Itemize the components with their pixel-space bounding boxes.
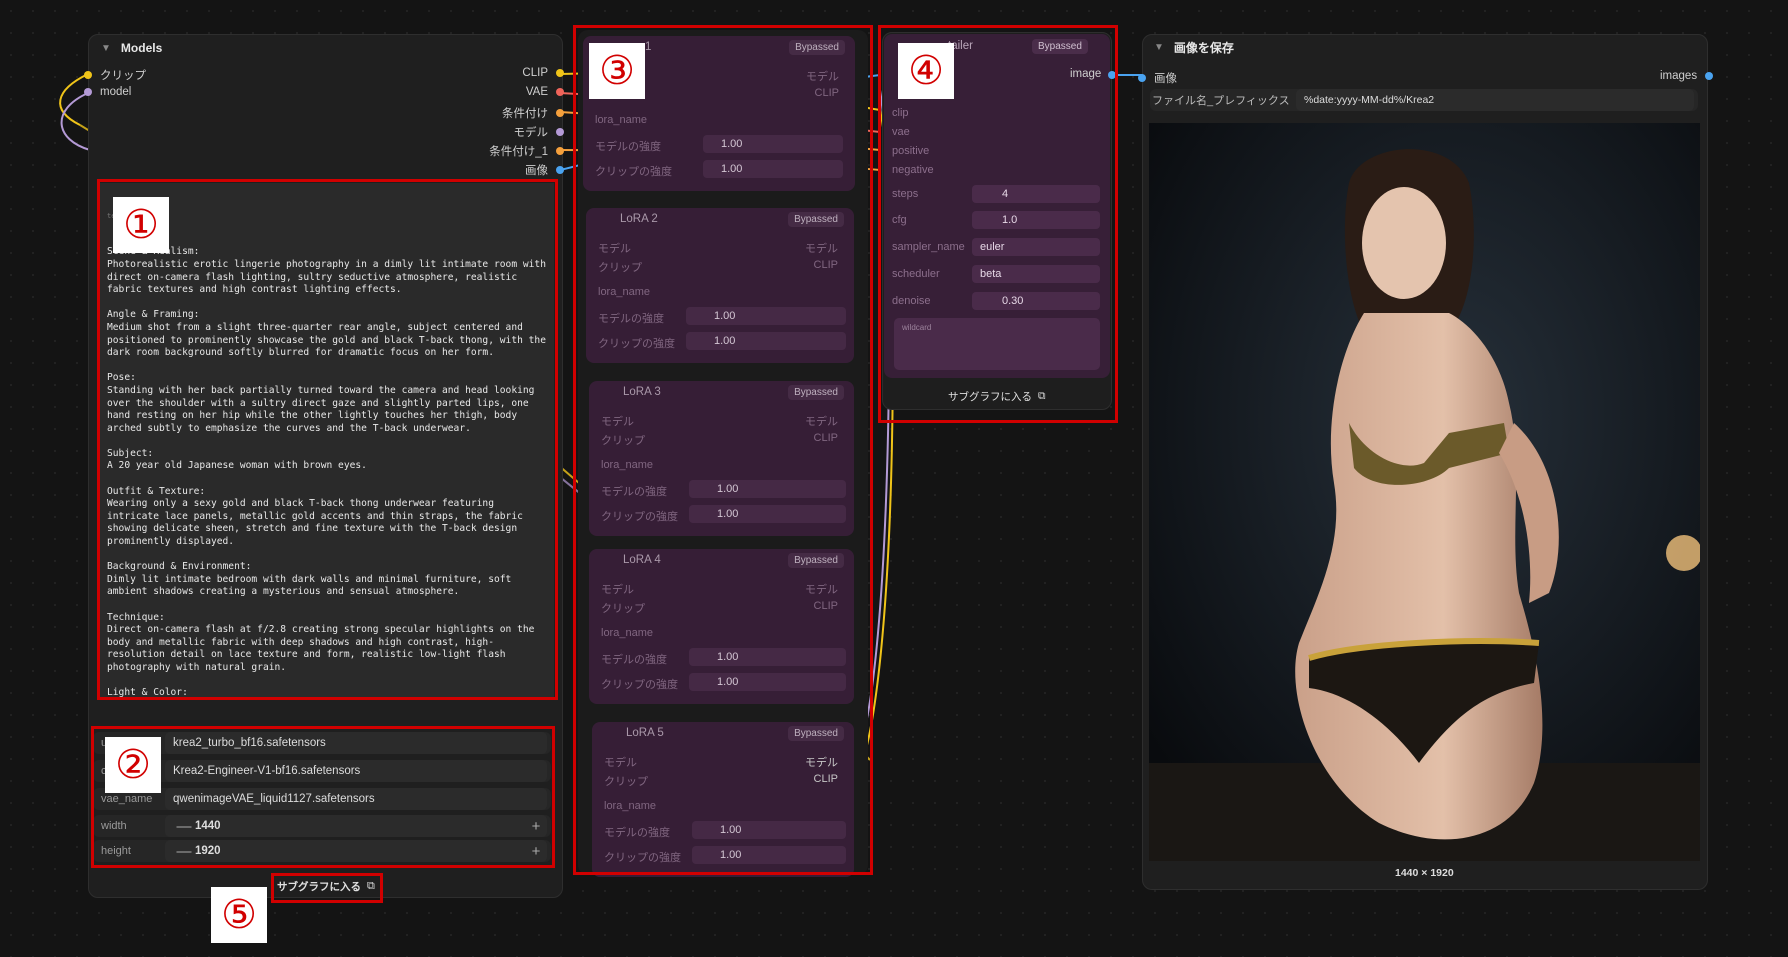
output-label-conditioning: 条件付け <box>502 108 548 120</box>
images-output-dot[interactable] <box>1705 72 1714 80</box>
chevron-down-icon[interactable]: ▼ <box>1154 42 1164 53</box>
save-input-slot[interactable]: 画像 <box>1138 70 1177 86</box>
annotation-box-5 <box>271 873 383 903</box>
badge-5: ⑤ <box>211 887 267 943</box>
output-label-conditioning-1: 条件付け_1 <box>489 146 548 158</box>
model-input-dot[interactable] <box>84 88 92 96</box>
output-slot-clip[interactable]: CLIP <box>522 67 564 79</box>
models-node-title: Models <box>120 41 163 55</box>
save-image-header[interactable]: ▼ 画像を保存 <box>1142 34 1714 60</box>
badge-1: ① <box>113 197 169 253</box>
output-label-model: モデル <box>513 127 549 139</box>
image-dimensions: 1440 × 1920 <box>1395 867 1454 879</box>
filename-prefix-label: ファイル名_プレフィックス <box>1152 95 1290 107</box>
save-output-label: images <box>1660 70 1698 82</box>
input-slot-clip[interactable]: クリップ <box>84 67 146 83</box>
input-label-clip: クリップ <box>100 70 146 82</box>
input-label-model: model <box>100 86 132 98</box>
output-slot-conditioning-1[interactable]: 条件付け_1 <box>489 143 564 159</box>
model-output-dot[interactable] <box>556 128 564 136</box>
vae-output-dot[interactable] <box>556 88 564 96</box>
output-label-clip: CLIP <box>522 67 548 79</box>
output-label-vae: VAE <box>525 86 548 98</box>
output-slot-model[interactable]: モデル <box>513 124 564 140</box>
output-slot-conditioning[interactable]: 条件付け <box>502 105 564 121</box>
clip-input-dot[interactable] <box>84 71 92 79</box>
annotation-box-3 <box>573 25 873 875</box>
output-label-image: 画像 <box>525 165 548 177</box>
output-image-preview[interactable] <box>1149 123 1700 861</box>
output-slot-image[interactable]: 画像 <box>525 162 564 178</box>
badge-4: ④ <box>898 43 954 99</box>
filename-prefix-field[interactable]: ファイル名_プレフィックス %date:yyyy-MM-dd%/Krea2 <box>1150 89 1698 111</box>
annotation-box-1 <box>97 179 558 700</box>
conditioning-output-dot[interactable] <box>556 109 564 117</box>
input-slot-model[interactable]: model <box>84 86 131 98</box>
badge-2: ② <box>105 737 161 793</box>
face-shape <box>1362 187 1446 299</box>
save-image-title: 画像を保存 <box>1173 40 1234 55</box>
output-slot-vae[interactable]: VAE <box>526 86 564 98</box>
chevron-down-icon[interactable]: ▼ <box>101 43 111 54</box>
conditioning1-output-dot[interactable] <box>556 147 564 155</box>
filename-prefix-value[interactable]: %date:yyyy-MM-dd%/Krea2 <box>1296 89 1694 111</box>
save-input-label: 画像 <box>1154 73 1177 85</box>
image-output-dot[interactable] <box>556 166 564 174</box>
image-input-dot[interactable] <box>1138 74 1146 82</box>
badge-3: ③ <box>589 43 645 99</box>
clip-output-dot[interactable] <box>556 69 564 77</box>
models-node-header[interactable]: ▼ Models <box>89 35 562 61</box>
save-output-slot[interactable]: images <box>1660 70 1714 82</box>
